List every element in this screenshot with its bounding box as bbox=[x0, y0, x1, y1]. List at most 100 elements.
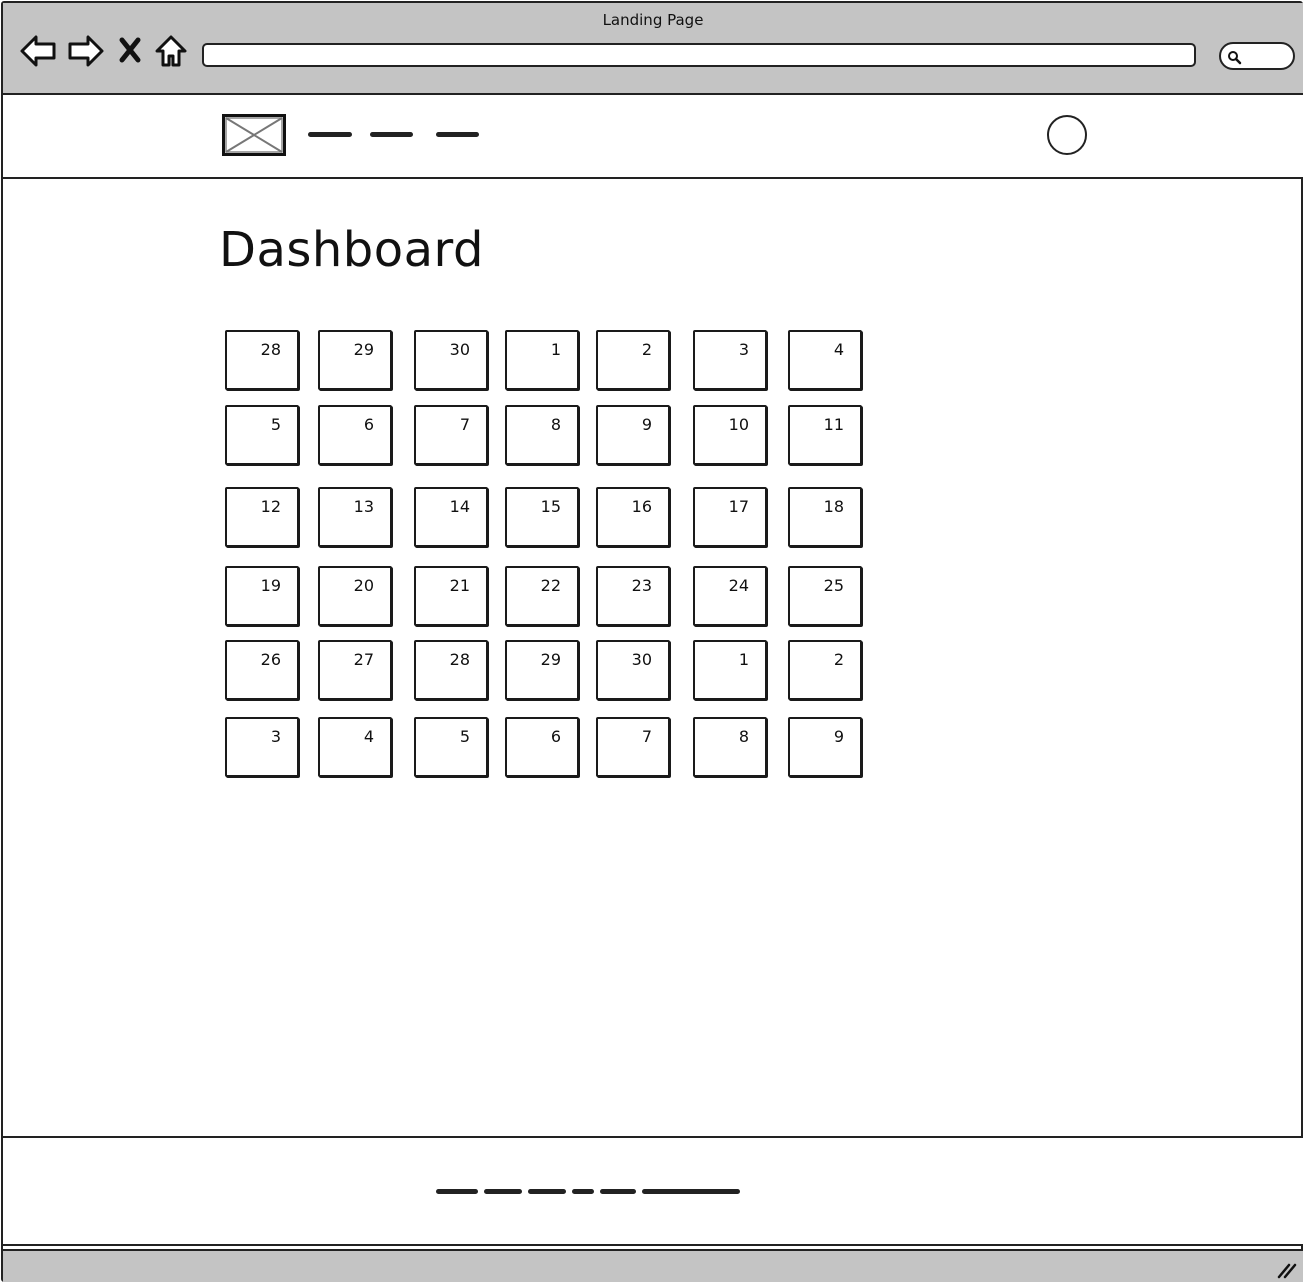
calendar-day-cell[interactable]: 22 bbox=[505, 566, 579, 626]
calendar-day-cell[interactable]: 7 bbox=[596, 717, 670, 777]
calendar-day-number: 2 bbox=[641, 340, 652, 359]
calendar-day-number: 30 bbox=[631, 650, 652, 669]
calendar-day-number: 22 bbox=[540, 576, 561, 595]
calendar-day-cell[interactable]: 15 bbox=[505, 487, 579, 547]
calendar-day-number: 5 bbox=[270, 415, 281, 434]
calendar-day-cell[interactable]: 13 bbox=[318, 487, 392, 547]
calendar-day-cell[interactable]: 21 bbox=[414, 566, 488, 626]
calendar-day-cell[interactable]: 17 bbox=[693, 487, 767, 547]
stop-icon[interactable] bbox=[117, 33, 143, 69]
calendar-day-cell[interactable]: 8 bbox=[505, 405, 579, 465]
calendar-day-number: 28 bbox=[260, 340, 281, 359]
footer-text bbox=[436, 1181, 756, 1201]
calendar-day-number: 17 bbox=[728, 497, 749, 516]
calendar-day-cell[interactable]: 6 bbox=[318, 405, 392, 465]
placeholder-text-icon bbox=[600, 1188, 636, 1194]
placeholder-text-icon bbox=[528, 1188, 566, 1194]
calendar-day-cell[interactable]: 14 bbox=[414, 487, 488, 547]
placeholder-text-icon bbox=[370, 131, 413, 137]
calendar-day-number: 15 bbox=[540, 497, 561, 516]
calendar-day-cell[interactable]: 30 bbox=[414, 330, 488, 390]
calendar-day-cell[interactable]: 7 bbox=[414, 405, 488, 465]
calendar-day-number: 1 bbox=[550, 340, 561, 359]
calendar-day-cell[interactable]: 16 bbox=[596, 487, 670, 547]
browser-toolbar: Landing Page bbox=[3, 3, 1303, 95]
calendar-day-number: 23 bbox=[631, 576, 652, 595]
calendar-day-number: 13 bbox=[353, 497, 374, 516]
calendar-day-number: 20 bbox=[353, 576, 374, 595]
calendar-day-number: 6 bbox=[363, 415, 374, 434]
nav-link-3[interactable] bbox=[436, 124, 479, 144]
calendar-day-cell[interactable]: 29 bbox=[318, 330, 392, 390]
calendar-day-number: 11 bbox=[823, 415, 844, 434]
calendar-day-cell[interactable]: 9 bbox=[596, 405, 670, 465]
calendar-day-cell[interactable]: 20 bbox=[318, 566, 392, 626]
calendar-day-cell[interactable]: 27 bbox=[318, 640, 392, 700]
forward-arrow-icon[interactable] bbox=[67, 33, 105, 69]
calendar-day-cell[interactable]: 6 bbox=[505, 717, 579, 777]
nav-link-1[interactable] bbox=[308, 124, 352, 144]
calendar-day-number: 8 bbox=[550, 415, 561, 434]
address-bar[interactable] bbox=[202, 43, 1196, 67]
calendar-day-cell[interactable]: 26 bbox=[225, 640, 299, 700]
window-title: Landing Page bbox=[602, 11, 704, 29]
calendar-day-cell[interactable]: 18 bbox=[788, 487, 862, 547]
placeholder-text-icon bbox=[308, 131, 352, 137]
home-icon[interactable] bbox=[153, 33, 189, 69]
calendar-day-number: 29 bbox=[353, 340, 374, 359]
calendar-day-cell[interactable]: 24 bbox=[693, 566, 767, 626]
calendar-day-cell[interactable]: 4 bbox=[788, 330, 862, 390]
calendar-day-cell[interactable]: 28 bbox=[225, 330, 299, 390]
calendar-day-number: 6 bbox=[550, 727, 561, 746]
calendar-day-number: 9 bbox=[641, 415, 652, 434]
calendar-day-number: 3 bbox=[738, 340, 749, 359]
search-icon bbox=[1228, 51, 1242, 65]
calendar-day-cell[interactable]: 25 bbox=[788, 566, 862, 626]
placeholder-text-icon bbox=[436, 131, 479, 137]
calendar-day-number: 19 bbox=[260, 576, 281, 595]
calendar-day-cell[interactable]: 4 bbox=[318, 717, 392, 777]
calendar-day-cell[interactable]: 12 bbox=[225, 487, 299, 547]
calendar-day-number: 21 bbox=[449, 576, 470, 595]
nav-link-2[interactable] bbox=[370, 124, 413, 144]
placeholder-text-icon bbox=[436, 1188, 478, 1194]
calendar-day-number: 27 bbox=[353, 650, 374, 669]
calendar-day-number: 29 bbox=[540, 650, 561, 669]
calendar-day-cell[interactable]: 9 bbox=[788, 717, 862, 777]
calendar-day-number: 10 bbox=[728, 415, 749, 434]
calendar-grid: 28 29 30 1 2 3 4 5 6 7 8 9 10 11 12 13 14 15 16 17 18 19 20 21 2… bbox=[225, 330, 867, 782]
calendar-day-cell[interactable]: 28 bbox=[414, 640, 488, 700]
browser-search-field[interactable] bbox=[1219, 42, 1295, 70]
calendar-day-cell[interactable]: 30 bbox=[596, 640, 670, 700]
calendar-day-cell[interactable]: 29 bbox=[505, 640, 579, 700]
user-avatar-circle-icon[interactable] bbox=[1047, 115, 1087, 155]
calendar-day-number: 25 bbox=[823, 576, 844, 595]
calendar-day-cell[interactable]: 11 bbox=[788, 405, 862, 465]
calendar-day-number: 7 bbox=[459, 415, 470, 434]
placeholder-text-icon bbox=[484, 1188, 522, 1194]
image-placeholder-icon[interactable] bbox=[222, 114, 286, 156]
resize-grip-icon[interactable] bbox=[1275, 1259, 1297, 1279]
calendar-day-number: 26 bbox=[260, 650, 281, 669]
calendar-day-cell[interactable]: 10 bbox=[693, 405, 767, 465]
site-footer bbox=[3, 1136, 1303, 1246]
calendar-day-number: 4 bbox=[833, 340, 844, 359]
calendar-day-cell[interactable]: 8 bbox=[693, 717, 767, 777]
calendar-day-cell[interactable]: 5 bbox=[414, 717, 488, 777]
site-header bbox=[3, 95, 1303, 179]
calendar-day-cell[interactable]: 3 bbox=[693, 330, 767, 390]
calendar-day-cell[interactable]: 5 bbox=[225, 405, 299, 465]
calendar-day-number: 28 bbox=[449, 650, 470, 669]
calendar-day-cell[interactable]: 19 bbox=[225, 566, 299, 626]
calendar-day-number: 5 bbox=[459, 727, 470, 746]
calendar-day-cell[interactable]: 3 bbox=[225, 717, 299, 777]
calendar-day-cell[interactable]: 1 bbox=[505, 330, 579, 390]
calendar-day-number: 8 bbox=[738, 727, 749, 746]
calendar-day-cell[interactable]: 2 bbox=[596, 330, 670, 390]
calendar-day-number: 7 bbox=[641, 727, 652, 746]
page-title: Dashboard bbox=[219, 222, 484, 278]
calendar-day-cell[interactable]: 23 bbox=[596, 566, 670, 626]
calendar-day-cell[interactable]: 1 bbox=[693, 640, 767, 700]
calendar-day-cell[interactable]: 2 bbox=[788, 640, 862, 700]
back-arrow-icon[interactable] bbox=[19, 33, 57, 69]
